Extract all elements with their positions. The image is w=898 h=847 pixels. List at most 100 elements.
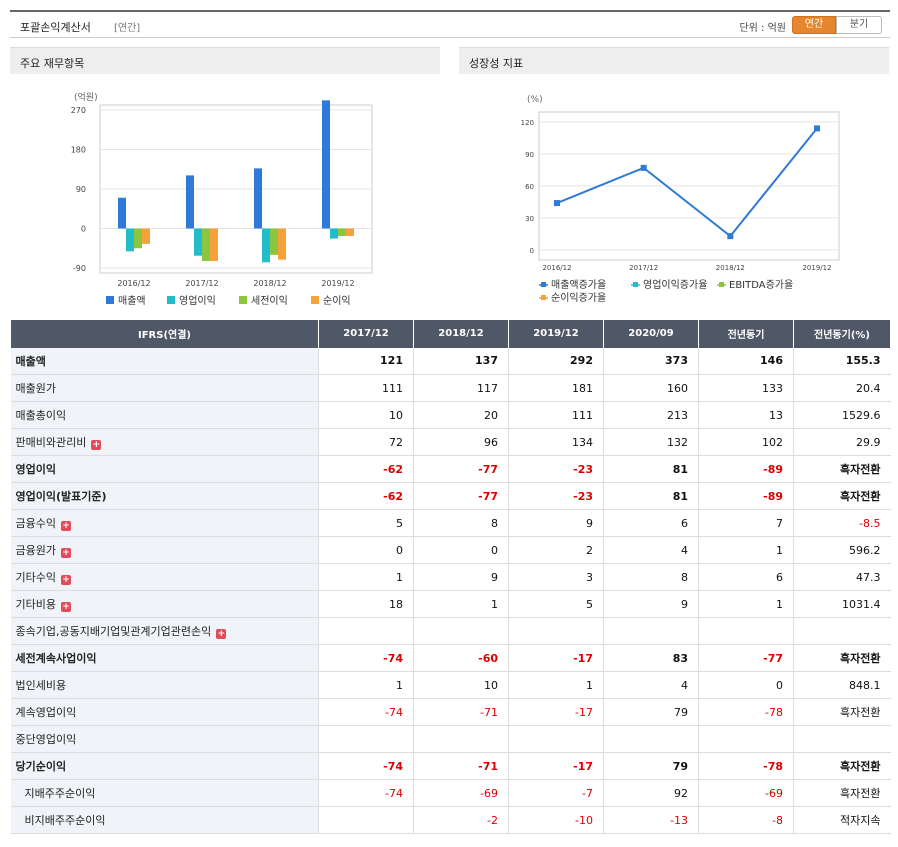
value-cell: 흑자전환 [793,698,891,726]
row-label: 계속영업이익 [10,698,319,726]
value-cell: -17 [508,698,604,726]
value-cell: 102 [698,428,794,456]
value-cell: -69 [413,779,509,807]
legend-swatch [106,296,114,304]
expand-plus-icon[interactable]: + [60,521,71,531]
bar-chart-svg: (억원) 270 180 90 0 -90 2016/12 2017/12 2018/12 201… [71,91,373,307]
value-cell: 1 [413,590,509,618]
row-label-text: 계속영업이익 [15,706,77,719]
value-cell: -77 [698,644,794,672]
table-row: 영업이익 -62 -77 -23 81 -89 흑자전환 [10,455,891,483]
expand-plus-icon[interactable]: + [60,548,71,558]
value-cell: 292 [508,347,604,375]
value-cell [318,725,414,753]
row-label-text: 판매비와관리비 [15,436,87,449]
row-label: 기타수익 + [10,563,319,591]
y-tick-label: 90 [76,185,86,194]
row-label-text: 중단영업이익 [15,733,77,746]
table-row: 종속기업,공동지배기업및관계기업관련손익 + [10,617,891,645]
value-cell: 5 [508,590,604,618]
legend-label: 순이익 [323,295,351,307]
row-label: 금융원가 + [10,536,319,564]
row-label: 비지배주주순이익 [10,806,319,834]
bar [278,228,286,260]
value-cell: 10 [413,671,509,699]
bar [210,228,218,261]
expand-plus-icon[interactable]: + [60,602,71,612]
value-cell: 79 [603,698,699,726]
expand-plus-icon[interactable]: + [216,629,227,639]
value-cell: -77 [413,482,509,510]
value-cell: -78 [698,698,794,726]
header-period-cell: 2017/12 [318,319,414,348]
table-row: 지배주주순이익 -74 -69 -7 92 -69 흑자전환 [10,779,891,807]
expand-plus-icon[interactable]: + [91,440,102,450]
row-label-text: 매출총이익 [15,409,67,422]
table-row: 금융수익 +5 8 9 6 7 -8.5 [10,509,891,537]
data-point [640,164,647,171]
expand-plus-icon[interactable]: + [60,575,71,585]
y-tick-label: 60 [525,183,534,191]
data-point [727,233,734,240]
value-cell: -17 [508,752,604,780]
value-cell: -74 [318,779,414,807]
x-tick-label: 2017/12 [185,279,218,288]
value-cell [413,617,509,645]
value-cell: -8 [698,806,794,834]
value-cell: 1 [508,671,604,699]
value-cell: -23 [508,455,604,483]
table-row: 매출액 121 137 292 373 146 155.3 [10,347,891,375]
header-label-cell: IFRS(연결) [10,319,319,348]
value-cell: 13 [698,401,794,429]
header-period-cell: 2018/12 [413,319,509,348]
annual-toggle-button[interactable]: 연간 [792,16,836,34]
income-statement-table: IFRS(연결) 2017/12 2018/12 2019/12 2020/09 전년동기… [10,319,891,834]
value-cell: 8 [603,563,699,591]
header-period-cell: 2019/12 [508,319,604,348]
value-cell: 0 [698,671,794,699]
x-tick-label: 2016/12 [117,279,150,288]
value-cell: -71 [413,698,509,726]
table-header-row: IFRS(연결) 2017/12 2018/12 2019/12 2020/09 전년동기… [10,319,891,348]
row-label: 매출총이익 [10,401,319,429]
line-chart-svg: (%) 120 90 60 30 0 2016/12 2017/12 2018/12 2019/1… [521,95,840,304]
value-cell: -10 [508,806,604,834]
left-panel-title: 주요 재무항목 [10,47,440,74]
legend-marker [541,282,546,287]
value-cell: -77 [413,455,509,483]
legend-swatch [311,296,319,304]
legend-swatch [167,296,175,304]
value-cell [698,725,794,753]
value-cell: 1031.4 [793,590,891,618]
legend-label: 매출액증가율 [551,279,606,291]
value-cell: 7 [698,509,794,537]
row-label-text: 매출액 [15,354,46,368]
row-label: 영업이익 [10,455,319,483]
quarterly-toggle-button[interactable]: 분기 [836,16,882,34]
table-row: 당기순이익 -74 -71 -17 79 -78 흑자전환 [10,752,891,780]
bar [346,228,354,236]
value-cell: 1 [698,590,794,618]
statement-period: [연간] [114,23,141,34]
legend-marker [541,295,546,300]
value-cell: 81 [603,455,699,483]
legend-label: 매출액 [118,295,146,307]
value-cell: 137 [413,347,509,375]
value-cell [318,617,414,645]
value-cell: 111 [318,374,414,402]
y-tick-label: 30 [525,215,534,223]
row-label-text: 비지배주주순이익 [24,814,106,827]
y-tick-label: 120 [521,119,534,127]
x-tick-label: 2019/12 [802,264,831,272]
value-cell: 47.3 [793,563,891,591]
value-cell: 흑자전환 [793,752,891,780]
value-cell: -78 [698,752,794,780]
value-cell: 흑자전환 [793,644,891,672]
value-cell: 8 [413,509,509,537]
value-cell: -7 [508,779,604,807]
value-cell: 96 [413,428,509,456]
table-row: 비지배주주순이익 -2 -10 -13 -8 적자지속 [10,806,891,834]
row-label: 판매비와관리비 + [10,428,319,456]
value-cell: -89 [698,455,794,483]
table-row: 계속영업이익 -74 -71 -17 79 -78 흑자전환 [10,698,891,726]
